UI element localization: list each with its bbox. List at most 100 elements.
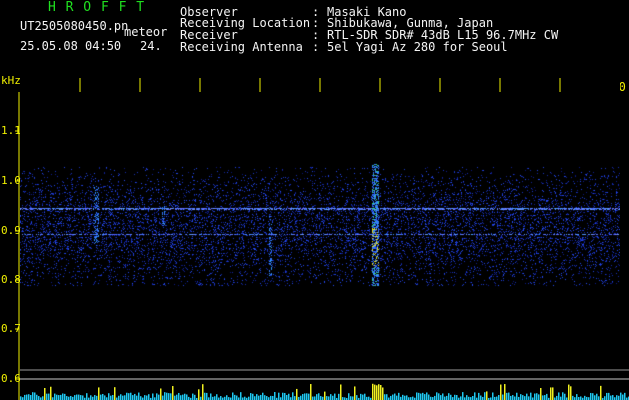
level-bar bbox=[416, 392, 418, 400]
level-bar bbox=[544, 395, 546, 400]
level-bar bbox=[58, 395, 60, 400]
level-bar bbox=[320, 396, 322, 400]
level-bar bbox=[508, 392, 510, 400]
level-bar bbox=[112, 395, 114, 400]
level-bar bbox=[502, 394, 504, 400]
level-bar bbox=[522, 395, 524, 400]
level-bar bbox=[302, 394, 304, 400]
level-bar bbox=[314, 396, 316, 400]
level-bar bbox=[598, 396, 600, 400]
level-bar bbox=[144, 395, 146, 400]
level-bar bbox=[570, 386, 572, 400]
level-bar bbox=[434, 395, 436, 400]
level-bar bbox=[156, 393, 158, 400]
level-bar bbox=[202, 384, 204, 400]
level-bar bbox=[134, 393, 136, 400]
level-bar bbox=[334, 393, 336, 400]
level-bar bbox=[126, 392, 128, 400]
level-bar bbox=[530, 392, 532, 400]
level-bar bbox=[404, 395, 406, 400]
level-bar bbox=[348, 393, 350, 400]
level-bar bbox=[402, 394, 404, 400]
level-bar bbox=[394, 393, 396, 400]
level-bar bbox=[258, 395, 260, 400]
level-bar bbox=[504, 384, 506, 400]
level-bar bbox=[174, 395, 176, 400]
level-bar bbox=[60, 394, 62, 400]
level-bar bbox=[48, 393, 50, 400]
level-bar bbox=[160, 388, 162, 400]
level-bar bbox=[600, 385, 602, 400]
time-tick-marks bbox=[79, 78, 561, 92]
level-bar bbox=[316, 394, 318, 400]
level-bar bbox=[558, 392, 560, 400]
level-bar bbox=[514, 396, 516, 400]
level-bar bbox=[454, 394, 456, 400]
signal-level-trace bbox=[20, 383, 629, 400]
level-bar bbox=[332, 395, 334, 400]
level-bar bbox=[480, 395, 482, 400]
level-bar bbox=[426, 392, 428, 400]
level-bar bbox=[528, 396, 530, 400]
level-bar bbox=[580, 396, 582, 400]
level-bar bbox=[264, 395, 266, 400]
level-bar bbox=[550, 387, 552, 400]
level-bar bbox=[326, 396, 328, 400]
level-bar bbox=[130, 392, 132, 400]
level-bar bbox=[128, 393, 130, 400]
level-bar bbox=[220, 396, 222, 400]
level-bar bbox=[444, 396, 446, 400]
level-bar bbox=[616, 395, 618, 400]
level-bar bbox=[56, 394, 58, 400]
level-bar bbox=[30, 394, 32, 400]
level-bar bbox=[254, 396, 256, 400]
level-bar bbox=[146, 395, 148, 400]
level-bar bbox=[152, 393, 154, 400]
level-bar bbox=[420, 393, 422, 400]
level-bar bbox=[418, 392, 420, 400]
level-bar bbox=[486, 391, 488, 400]
level-bar bbox=[182, 394, 184, 400]
level-bar bbox=[274, 392, 276, 400]
level-bar bbox=[100, 394, 102, 400]
level-bar bbox=[284, 392, 286, 400]
level-bar bbox=[324, 391, 326, 400]
level-bar bbox=[26, 394, 28, 400]
level-bar bbox=[604, 396, 606, 400]
level-bar bbox=[204, 392, 206, 400]
level-bar bbox=[552, 387, 554, 400]
level-bar bbox=[500, 384, 502, 400]
level-bar bbox=[226, 395, 228, 400]
level-bar bbox=[618, 395, 620, 400]
level-bar bbox=[206, 392, 208, 400]
level-bar bbox=[318, 393, 320, 400]
level-bar bbox=[516, 392, 518, 400]
level-bar bbox=[374, 384, 376, 400]
level-bar bbox=[390, 395, 392, 400]
level-bar bbox=[340, 384, 342, 400]
level-bar bbox=[440, 395, 442, 400]
level-bar bbox=[538, 394, 540, 400]
level-bar bbox=[46, 393, 48, 400]
level-bar bbox=[428, 394, 430, 400]
level-bar bbox=[70, 395, 72, 400]
level-bar bbox=[312, 396, 314, 400]
level-bar bbox=[94, 395, 96, 400]
level-bar bbox=[392, 394, 394, 400]
level-bar bbox=[288, 393, 290, 400]
level-bar bbox=[590, 392, 592, 400]
level-bar bbox=[624, 392, 626, 400]
level-bar bbox=[448, 393, 450, 400]
level-bar bbox=[338, 393, 340, 400]
level-bar bbox=[192, 393, 194, 400]
level-bar bbox=[378, 384, 380, 400]
level-bar bbox=[176, 394, 178, 400]
level-bar bbox=[512, 395, 514, 400]
level-bar bbox=[240, 392, 242, 400]
level-bar bbox=[372, 383, 374, 400]
level-bar bbox=[236, 395, 238, 400]
level-bar bbox=[296, 388, 298, 400]
level-bar bbox=[64, 393, 66, 400]
level-bar bbox=[474, 392, 476, 400]
level-bar bbox=[496, 396, 498, 400]
